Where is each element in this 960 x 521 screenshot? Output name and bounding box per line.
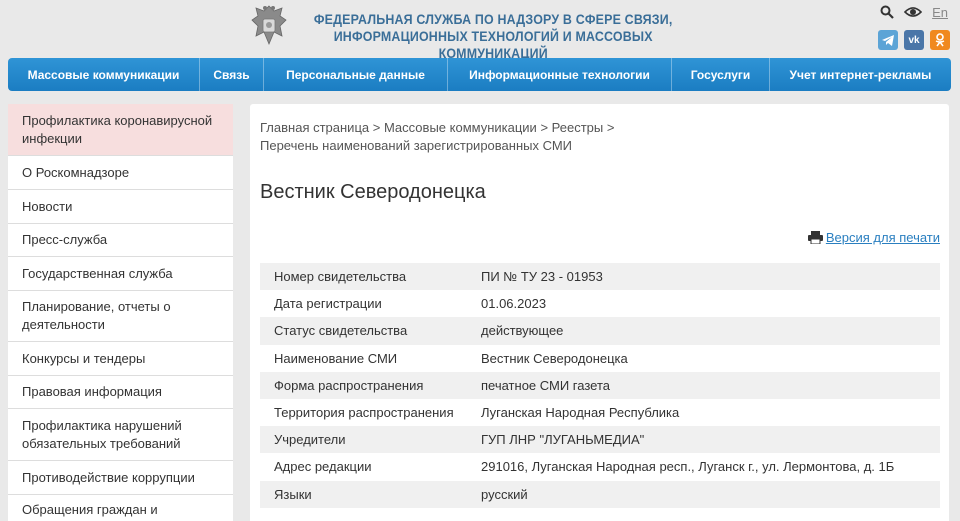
sidebar-item-anticorruption[interactable]: Противодействие коррупции	[8, 461, 233, 495]
search-icon[interactable]	[880, 5, 894, 19]
site-title[interactable]: ФЕДЕРАЛЬНАЯ СЛУЖБА ПО НАДЗОРУ В СФЕРЕ СВ…	[300, 11, 686, 62]
page-title: Вестник Северодонецка	[260, 181, 486, 203]
row-key: Дата регистрации	[274, 296, 382, 312]
sidebar-item-coronavirus[interactable]: Профилактика коронавирусной инфекции	[8, 104, 233, 156]
row-value: ГУП ЛНР "ЛУГАНЬМЕДИА"	[481, 432, 645, 448]
ok-icon[interactable]	[930, 30, 950, 50]
row-key: Территория распространения	[274, 405, 454, 421]
nav-item-communications[interactable]: Связь	[200, 58, 264, 91]
breadcrumb-registries[interactable]: Реестры	[552, 120, 604, 135]
sidebar-item-about[interactable]: О Роскомнадзоре	[8, 156, 233, 190]
nav-item-personal-data[interactable]: Персональные данные	[264, 58, 448, 91]
row-value: действующее	[481, 323, 564, 339]
table-row: Дата регистрации 01.06.2023	[260, 290, 940, 317]
table-row: Номер свидетельства ПИ № ТУ 23 - 01953	[260, 263, 940, 291]
row-key: Форма распространения	[274, 377, 424, 393]
nav-item-information-technology[interactable]: Информационные технологии	[448, 58, 672, 91]
sidebar-item-tenders[interactable]: Конкурсы и тендеры	[8, 342, 233, 376]
row-value: Вестник Северодонецка	[481, 350, 628, 366]
breadcrumb-mass-communications[interactable]: Массовые коммуникации	[384, 120, 537, 135]
row-key: Адрес редакции	[274, 459, 372, 475]
breadcrumb-separator: >	[536, 120, 552, 135]
table-row: Учредители ГУП ЛНР "ЛУГАНЬМЕДИА"	[260, 426, 940, 454]
sidebar-item-news[interactable]: Новости	[8, 190, 233, 224]
table-row: Территория распространения Луганская Наро…	[260, 399, 940, 426]
row-value: русский	[481, 486, 528, 502]
eye-icon[interactable]	[904, 5, 923, 19]
row-value: 01.06.2023	[481, 296, 547, 312]
site-title-line2: ИНФОРМАЦИОННЫХ ТЕХНОЛОГИЙ И МАССОВЫХ КОМ…	[333, 29, 653, 61]
breadcrumb-separator: >	[603, 120, 615, 135]
emblem-logo[interactable]	[248, 2, 290, 48]
main-nav: Массовые коммуникации Связь Персональные…	[8, 58, 951, 91]
table-row: Статус свидетельства действующее	[260, 317, 940, 345]
table-row: Языки русский	[260, 480, 940, 508]
printer-icon	[807, 231, 823, 244]
breadcrumb-separator: >	[369, 120, 384, 135]
sidebar-item-planning[interactable]: Планирование, отчеты о деятельности	[8, 291, 233, 342]
main-content: Главная страница > Массовые коммуникации…	[250, 104, 949, 521]
breadcrumb: Главная страница > Массовые коммуникации…	[260, 119, 880, 155]
row-key: Статус свидетельства	[274, 323, 408, 339]
sidebar-item-legal[interactable]: Правовая информация	[8, 376, 233, 409]
sidebar-item-appeals[interactable]: Обращения граждан и	[8, 495, 233, 521]
vk-glyph: vk	[908, 34, 920, 46]
vk-icon[interactable]: vk	[904, 30, 924, 50]
table-row: Наименование СМИ Вестник Северодонецка	[260, 345, 940, 372]
row-value: печатное СМИ газета	[481, 377, 610, 393]
table-row: Форма распространения печатное СМИ газета	[260, 371, 940, 399]
row-key: Языки	[274, 486, 312, 502]
breadcrumb-home[interactable]: Главная страница	[260, 120, 369, 135]
row-key: Учредители	[274, 432, 346, 448]
site-title-line1: ФЕДЕРАЛЬНАЯ СЛУЖБА ПО НАДЗОРУ В СФЕРЕ СВ…	[313, 12, 673, 27]
print-version-label: Версия для печати	[825, 230, 940, 245]
sidebar-item-press[interactable]: Пресс-служба	[8, 224, 233, 257]
telegram-icon[interactable]	[878, 30, 898, 50]
print-version-link[interactable]: Версия для печати	[807, 230, 940, 245]
row-value: Луганская Народная Республика	[481, 405, 680, 421]
nav-item-internet-ads[interactable]: Учет интернет-рекламы	[770, 58, 951, 91]
language-switch-link[interactable]: En	[932, 5, 948, 20]
table-row: Адрес редакции 291016, Луганская Народная…	[260, 453, 940, 480]
sidebar-item-civil-service[interactable]: Государственная служба	[8, 257, 233, 291]
sidebar-menu: Профилактика коронавирусной инфекции О Р…	[8, 104, 233, 521]
row-key: Наименование СМИ	[274, 350, 398, 366]
row-key: Номер свидетельства	[274, 269, 407, 285]
row-value: 291016, Луганская Народная респ., Луганс…	[481, 459, 895, 475]
site-header: ФЕДЕРАЛЬНАЯ СЛУЖБА ПО НАДЗОРУ В СФЕРЕ СВ…	[0, 0, 960, 61]
social-links: vk	[878, 30, 950, 50]
row-value: ПИ № ТУ 23 - 01953	[481, 269, 603, 285]
nav-item-gosuslugi[interactable]: Госуслуги	[672, 58, 770, 91]
media-info-table: Номер свидетельства ПИ № ТУ 23 - 01953 Да…	[260, 263, 940, 508]
sidebar-item-prevention[interactable]: Профилактика нарушений обязательных треб…	[8, 409, 233, 461]
header-tools: En	[880, 4, 948, 20]
nav-item-mass-communications[interactable]: Массовые коммуникации	[8, 58, 200, 91]
breadcrumb-registered-media-list[interactable]: Перечень наименований зарегистрированных…	[260, 138, 572, 153]
